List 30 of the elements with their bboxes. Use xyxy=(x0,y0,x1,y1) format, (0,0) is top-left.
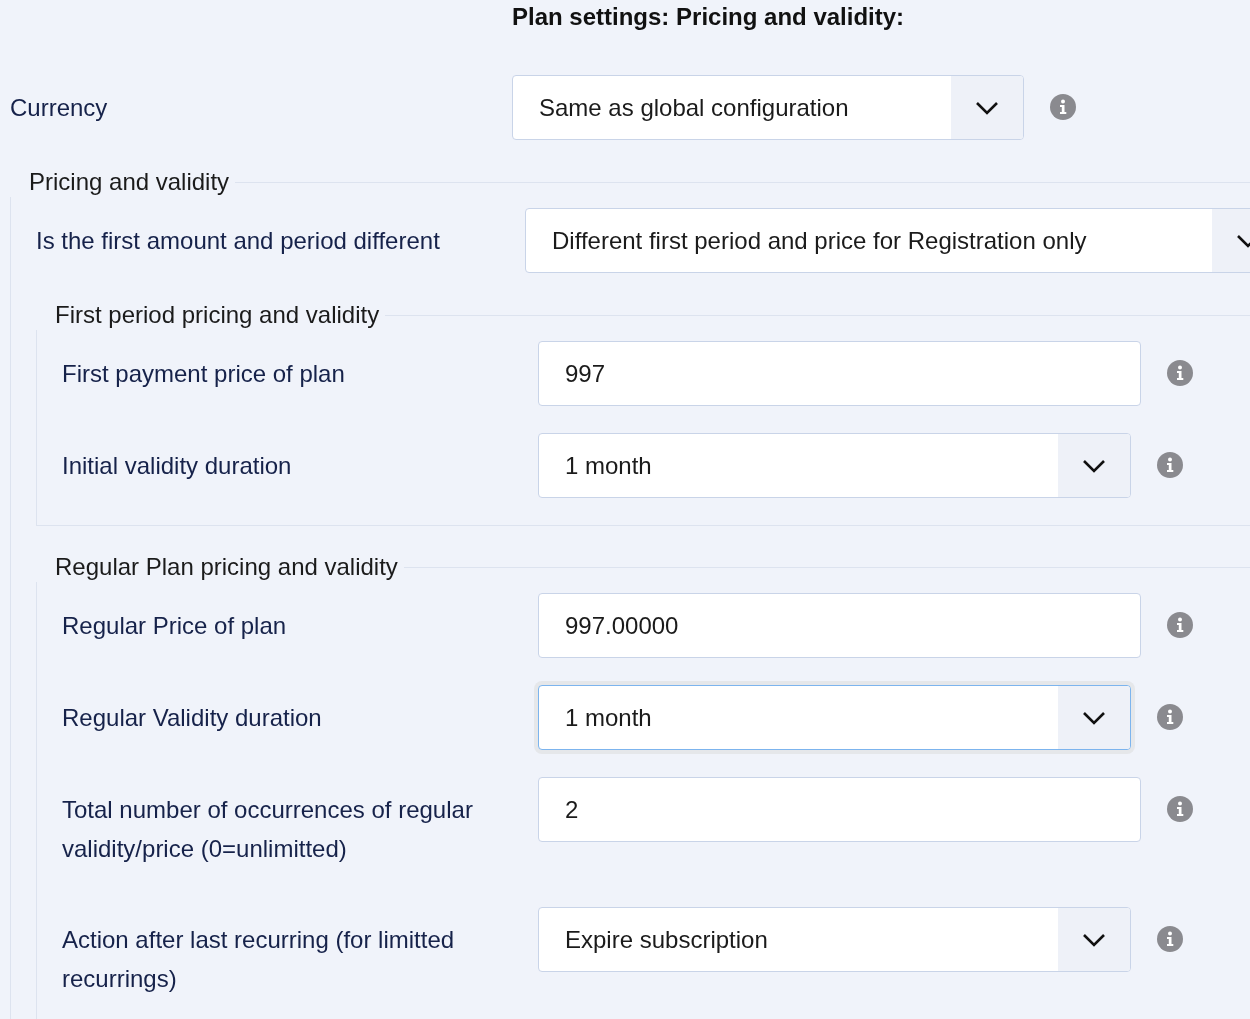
field-label: Regular Price of plan xyxy=(62,611,288,641)
info-icon[interactable] xyxy=(1157,926,1183,952)
chevron-down-icon xyxy=(1082,932,1106,947)
dropdown-select[interactable]: 1 month xyxy=(538,433,1131,498)
input-field[interactable]: 997 xyxy=(538,341,1141,406)
chevron-down-icon xyxy=(975,100,999,115)
info-icon[interactable] xyxy=(1157,452,1183,478)
section-legend: Regular Plan pricing and validity xyxy=(36,552,404,582)
info-icon[interactable] xyxy=(1167,612,1193,638)
dropdown-select[interactable]: Same as global configuration xyxy=(512,75,1024,140)
info-icon[interactable] xyxy=(1167,360,1193,386)
field-label: Is the first amount and period different xyxy=(36,226,441,256)
section-legend: First period pricing and validity xyxy=(36,300,386,330)
chevron-down-icon xyxy=(1082,458,1106,473)
field-label: Total number of occurrences of regular validity/price (0=unlimitted) xyxy=(62,795,474,864)
section-legend: Pricing and validity xyxy=(10,167,236,197)
info-icon[interactable] xyxy=(1157,704,1183,730)
dropdown-select[interactable]: Expire subscription xyxy=(538,907,1131,972)
field-label: Action after last recurring (for limitted recurrings) xyxy=(62,925,456,994)
input-field[interactable]: 997.00000 xyxy=(538,593,1141,658)
field-label: Currency xyxy=(10,93,109,123)
input-field[interactable]: 2 xyxy=(538,777,1141,842)
info-icon[interactable] xyxy=(1050,94,1076,120)
page-title: Plan settings: Pricing and validity: xyxy=(512,2,906,32)
chevron-down-icon xyxy=(1082,710,1106,725)
field-label: First payment price of plan xyxy=(62,359,346,389)
info-icon[interactable] xyxy=(1167,796,1193,822)
field-label: Regular Validity duration xyxy=(62,703,323,733)
dropdown-select[interactable]: Different first period and price for Registration only xyxy=(525,208,1250,273)
field-label: Initial validity duration xyxy=(62,451,293,481)
